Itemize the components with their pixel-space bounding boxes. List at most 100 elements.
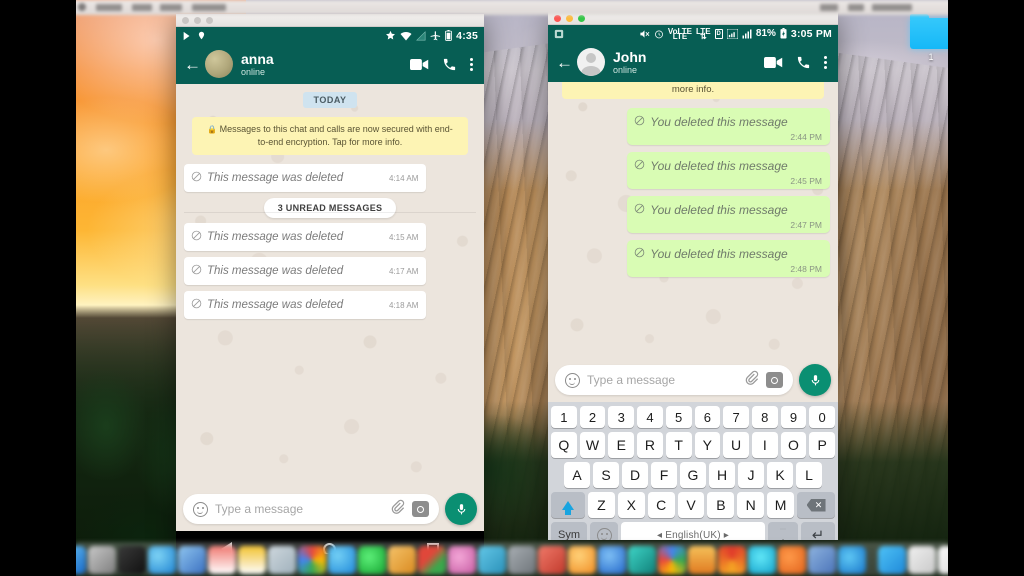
key-j[interactable]: J: [738, 462, 764, 488]
backspace-key[interactable]: ✕: [797, 492, 836, 518]
apple-menu-icon[interactable]: [78, 3, 86, 11]
message-row[interactable]: You deleted this message 2:47 PM: [627, 196, 830, 233]
message-row[interactable]: You deleted this message 2:44 PM: [627, 108, 830, 145]
key-d[interactable]: D: [622, 462, 648, 488]
key-5[interactable]: 5: [665, 406, 692, 428]
message-row[interactable]: You deleted this message 2:45 PM: [627, 152, 830, 189]
key-z[interactable]: Z: [588, 492, 615, 518]
overflow-menu-icon-left[interactable]: [470, 57, 473, 71]
close-button-left[interactable]: [182, 16, 189, 24]
dock-icon-app[interactable]: [838, 546, 866, 574]
menubar-item[interactable]: [192, 4, 226, 11]
dock-icon-app[interactable]: [328, 546, 356, 574]
key-c[interactable]: C: [647, 492, 675, 518]
dock-icon-app[interactable]: [178, 546, 206, 574]
key-s[interactable]: S: [593, 462, 619, 488]
key-3[interactable]: 3: [608, 406, 635, 428]
key-9[interactable]: 9: [780, 406, 807, 428]
encryption-banner-left[interactable]: 🔒 Messages to this chat and calls are no…: [192, 117, 468, 156]
dock-icon-app[interactable]: [628, 546, 656, 574]
menubar-item[interactable]: [160, 4, 182, 11]
emoji-icon-left[interactable]: [193, 501, 208, 517]
dock-icon-whatsapp[interactable]: [358, 546, 386, 574]
key-2[interactable]: 2: [579, 406, 606, 428]
dock-icon-vlc[interactable]: [688, 546, 716, 574]
macos-menubar[interactable]: [0, 0, 1024, 15]
menubar-clock[interactable]: [872, 4, 912, 11]
key-o[interactable]: O: [780, 432, 807, 458]
window-right-john[interactable]: VoLTE LTE LTE ⇅ D 81% 3:05 PM ← John onl…: [548, 12, 838, 540]
dock-icon-notes[interactable]: [238, 546, 266, 574]
sym-key[interactable]: Sym: [551, 522, 587, 540]
message-row[interactable]: This message was deleted 4:18 AM: [184, 291, 427, 320]
key-4[interactable]: 4: [637, 406, 663, 428]
dock-icon-app[interactable]: [268, 546, 296, 574]
dock-icon-app[interactable]: [208, 546, 236, 574]
menubar-status-item[interactable]: [820, 4, 838, 11]
onscreen-keyboard[interactable]: 1 2 3 4 5 6 7 8 9 0 Q W E R T Y U I O P …: [548, 402, 838, 540]
dock-icon-app[interactable]: [808, 546, 836, 574]
avatar-anna[interactable]: [205, 50, 233, 78]
key-v[interactable]: V: [677, 492, 705, 518]
key-6[interactable]: 6: [694, 406, 721, 428]
mic-button-left[interactable]: [445, 493, 477, 525]
window-left-titlebar[interactable]: [176, 14, 484, 27]
key-i[interactable]: I: [751, 432, 778, 458]
key-a[interactable]: A: [564, 462, 590, 488]
message-row[interactable]: You deleted this message 2:48 PM: [627, 240, 830, 277]
key-x[interactable]: X: [617, 492, 645, 518]
key-t[interactable]: T: [665, 432, 692, 458]
chat-body-right[interactable]: more info. You deleted this message 2:44…: [548, 82, 838, 358]
menubar-item[interactable]: [132, 4, 152, 11]
dock-icon-folder[interactable]: [878, 546, 906, 574]
dock-icon-document[interactable]: [908, 546, 936, 574]
camera-icon-right[interactable]: [766, 372, 783, 388]
key-0[interactable]: 0: [809, 406, 836, 428]
key-y[interactable]: Y: [694, 432, 721, 458]
dock-icon-app[interactable]: [538, 546, 566, 574]
zoom-button-right[interactable]: [578, 14, 585, 22]
dock-icon-safari[interactable]: [148, 546, 176, 574]
key-q[interactable]: Q: [550, 432, 577, 458]
key-w[interactable]: W: [579, 432, 606, 458]
key-7[interactable]: 7: [723, 406, 749, 428]
key-u[interactable]: U: [723, 432, 749, 458]
key-f[interactable]: F: [651, 462, 677, 488]
key-g[interactable]: G: [680, 462, 706, 488]
key-p[interactable]: P: [809, 432, 836, 458]
dock-icon-app[interactable]: [508, 546, 536, 574]
space-key[interactable]: ◂ English(UK) ▸: [621, 522, 765, 540]
menubar-item[interactable]: [96, 4, 122, 11]
key-l[interactable]: L: [796, 462, 822, 488]
message-row[interactable]: This message was deleted 4:14 AM: [184, 164, 427, 193]
key-n[interactable]: N: [737, 492, 765, 518]
dock-icon-app[interactable]: [478, 546, 506, 574]
macos-dock[interactable]: [58, 542, 966, 576]
key-k[interactable]: K: [767, 462, 793, 488]
message-input-right[interactable]: Type a message: [555, 365, 793, 395]
back-icon-left[interactable]: ←: [184, 56, 201, 73]
period-key[interactable]: ⋯ .: [768, 522, 798, 540]
video-call-icon-right[interactable]: [764, 56, 783, 69]
dock-icon-app[interactable]: [88, 546, 116, 574]
voice-call-icon-left[interactable]: [442, 57, 457, 72]
key-1[interactable]: 1: [550, 406, 577, 428]
dock-icon-chrome[interactable]: [298, 546, 326, 574]
close-button-right[interactable]: [554, 14, 561, 22]
dock-icon-app[interactable]: [448, 546, 476, 574]
dock-icon-app[interactable]: [778, 546, 806, 574]
message-input-left[interactable]: Type a message: [183, 494, 439, 524]
key-h[interactable]: H: [709, 462, 735, 488]
minimize-button-right[interactable]: [566, 14, 573, 22]
shift-key[interactable]: [551, 492, 585, 518]
paperclip-icon-left[interactable]: [390, 499, 405, 519]
key-m[interactable]: M: [767, 492, 795, 518]
encryption-banner-right[interactable]: more info.: [562, 82, 824, 99]
emoji-key[interactable]: [590, 522, 618, 540]
overflow-menu-icon-right[interactable]: [824, 55, 827, 69]
dock-icon-app[interactable]: [418, 546, 446, 574]
dock-icon-app[interactable]: [718, 546, 746, 574]
video-call-icon-left[interactable]: [410, 58, 429, 71]
dock-icon-app[interactable]: [748, 546, 776, 574]
folder-icon[interactable]: [910, 14, 952, 49]
